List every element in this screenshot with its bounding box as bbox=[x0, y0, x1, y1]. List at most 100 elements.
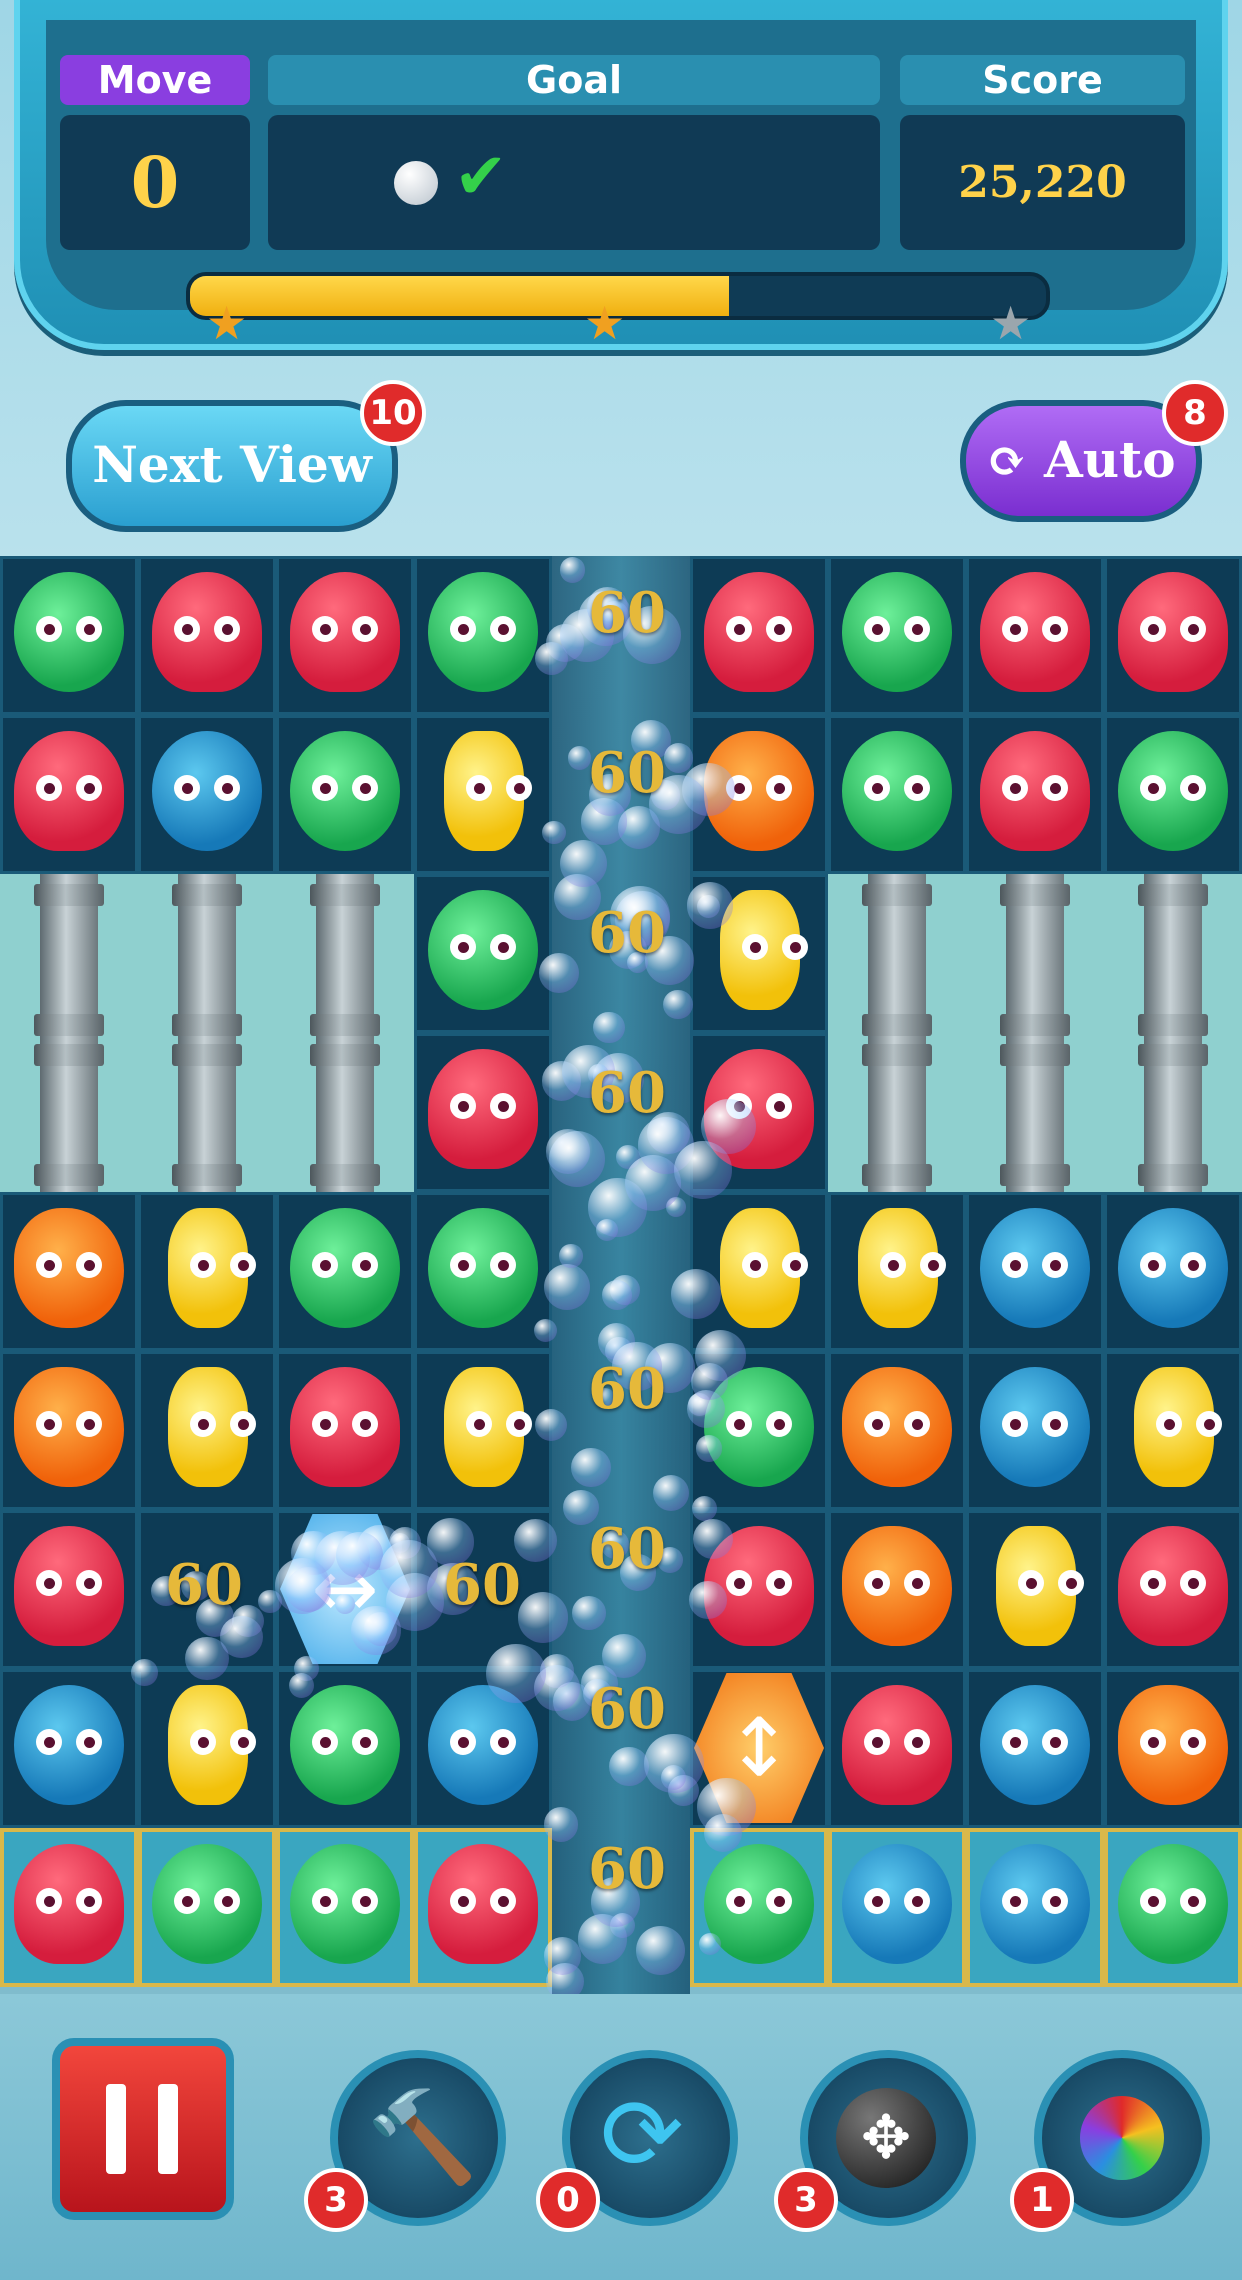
seahorse-piece[interactable] bbox=[858, 1208, 946, 1328]
board-cell[interactable] bbox=[138, 1192, 276, 1351]
fish-piece[interactable] bbox=[842, 1367, 952, 1487]
seahorse-piece[interactable] bbox=[1134, 1367, 1222, 1487]
seahorse-piece[interactable] bbox=[444, 731, 532, 851]
board-cell[interactable] bbox=[0, 1192, 138, 1351]
board-cell[interactable] bbox=[414, 1033, 552, 1192]
seahorse-piece[interactable] bbox=[720, 1208, 808, 1328]
seahorse-piece[interactable] bbox=[168, 1208, 256, 1328]
dolphin-piece[interactable] bbox=[152, 731, 262, 851]
board-cell[interactable] bbox=[0, 1351, 138, 1510]
dolphin-piece[interactable] bbox=[842, 1844, 952, 1964]
board-cell[interactable] bbox=[828, 1351, 966, 1510]
fish-piece[interactable] bbox=[842, 1526, 952, 1646]
board-cell[interactable] bbox=[828, 1192, 966, 1351]
octo-piece[interactable] bbox=[980, 731, 1090, 851]
board-cell[interactable] bbox=[966, 1351, 1104, 1510]
board-cell[interactable] bbox=[0, 715, 138, 874]
board-cell[interactable] bbox=[1104, 1351, 1242, 1510]
seahorse-piece[interactable] bbox=[168, 1367, 256, 1487]
board-cell[interactable] bbox=[1104, 1510, 1242, 1669]
board-cell[interactable] bbox=[1104, 556, 1242, 715]
board-cell[interactable] bbox=[690, 1828, 828, 1987]
octo-piece[interactable] bbox=[152, 572, 262, 692]
board-cell[interactable] bbox=[138, 1669, 276, 1828]
board-cell[interactable] bbox=[276, 1192, 414, 1351]
puffer-piece[interactable] bbox=[842, 731, 952, 851]
board-cell[interactable] bbox=[828, 1510, 966, 1669]
board-cell[interactable] bbox=[276, 1828, 414, 1987]
octo-piece[interactable] bbox=[980, 572, 1090, 692]
dolphin-piece[interactable] bbox=[980, 1208, 1090, 1328]
board-cell[interactable] bbox=[414, 874, 552, 1033]
board-cell[interactable] bbox=[966, 1510, 1104, 1669]
board-cell[interactable] bbox=[138, 1828, 276, 1987]
fish-piece[interactable] bbox=[1118, 1685, 1228, 1805]
game-board[interactable]: ↔ ↕ 60 60 60 60 60 60 60 60 60 60 bbox=[0, 556, 1242, 2001]
pause-button[interactable] bbox=[52, 2038, 234, 2220]
board-cell[interactable] bbox=[828, 556, 966, 715]
fish-piece[interactable] bbox=[14, 1367, 124, 1487]
board-cell[interactable] bbox=[690, 556, 828, 715]
octo-piece[interactable] bbox=[14, 1526, 124, 1646]
board-cell[interactable] bbox=[414, 1828, 552, 1987]
puffer-piece[interactable] bbox=[842, 572, 952, 692]
fish-piece[interactable] bbox=[14, 1208, 124, 1328]
seahorse-piece[interactable] bbox=[996, 1526, 1084, 1646]
dolphin-piece[interactable] bbox=[1118, 1208, 1228, 1328]
dolphin-piece[interactable] bbox=[980, 1367, 1090, 1487]
board-cell[interactable] bbox=[966, 1192, 1104, 1351]
puffer-piece[interactable] bbox=[152, 1844, 262, 1964]
board-cell[interactable] bbox=[966, 715, 1104, 874]
board-cell[interactable] bbox=[0, 556, 138, 715]
puffer-piece[interactable] bbox=[428, 890, 538, 1010]
puffer-piece[interactable] bbox=[290, 1844, 400, 1964]
octo-piece[interactable] bbox=[290, 572, 400, 692]
board-cell[interactable] bbox=[966, 1828, 1104, 1987]
octo-piece[interactable] bbox=[290, 1367, 400, 1487]
next-view-button[interactable]: Next View bbox=[66, 400, 398, 532]
puffer-piece[interactable] bbox=[428, 1208, 538, 1328]
octo-piece[interactable] bbox=[842, 1685, 952, 1805]
board-cell[interactable] bbox=[1104, 1192, 1242, 1351]
octo-piece[interactable] bbox=[428, 1049, 538, 1169]
board-cell[interactable] bbox=[1104, 1669, 1242, 1828]
puffer-piece[interactable] bbox=[290, 1685, 400, 1805]
octo-piece[interactable] bbox=[428, 1844, 538, 1964]
octo-piece[interactable] bbox=[1118, 1526, 1228, 1646]
seahorse-piece[interactable] bbox=[444, 1367, 532, 1487]
puffer-piece[interactable] bbox=[1118, 1844, 1228, 1964]
board-cell[interactable] bbox=[966, 556, 1104, 715]
octo-piece[interactable] bbox=[1118, 572, 1228, 692]
octo-piece[interactable] bbox=[14, 731, 124, 851]
board-cell[interactable] bbox=[1104, 1828, 1242, 1987]
puffer-piece[interactable] bbox=[428, 572, 538, 692]
board-cell[interactable] bbox=[1104, 715, 1242, 874]
dolphin-piece[interactable] bbox=[428, 1685, 538, 1805]
board-cell[interactable] bbox=[414, 556, 552, 715]
board-cell[interactable] bbox=[828, 1828, 966, 1987]
board-cell[interactable] bbox=[966, 1669, 1104, 1828]
puffer-piece[interactable] bbox=[14, 572, 124, 692]
board-cell[interactable] bbox=[0, 1669, 138, 1828]
board-cell[interactable] bbox=[828, 715, 966, 874]
board-cell[interactable] bbox=[414, 715, 552, 874]
dolphin-piece[interactable] bbox=[980, 1685, 1090, 1805]
puffer-piece[interactable] bbox=[290, 731, 400, 851]
board-cell[interactable] bbox=[138, 715, 276, 874]
puffer-piece[interactable] bbox=[1118, 731, 1228, 851]
board-cell[interactable] bbox=[276, 1351, 414, 1510]
board-cell[interactable] bbox=[276, 715, 414, 874]
dolphin-piece[interactable] bbox=[14, 1685, 124, 1805]
board-cell[interactable] bbox=[276, 556, 414, 715]
octo-piece[interactable] bbox=[704, 572, 814, 692]
puffer-piece[interactable] bbox=[290, 1208, 400, 1328]
board-cell[interactable] bbox=[138, 556, 276, 715]
octo-piece[interactable] bbox=[14, 1844, 124, 1964]
board-cell[interactable] bbox=[0, 1510, 138, 1669]
board-cell[interactable] bbox=[138, 1351, 276, 1510]
board-cell[interactable] bbox=[690, 1192, 828, 1351]
seahorse-piece[interactable] bbox=[168, 1685, 256, 1805]
board-cell[interactable] bbox=[828, 1669, 966, 1828]
board-cell[interactable] bbox=[0, 1828, 138, 1987]
dolphin-piece[interactable] bbox=[980, 1844, 1090, 1964]
